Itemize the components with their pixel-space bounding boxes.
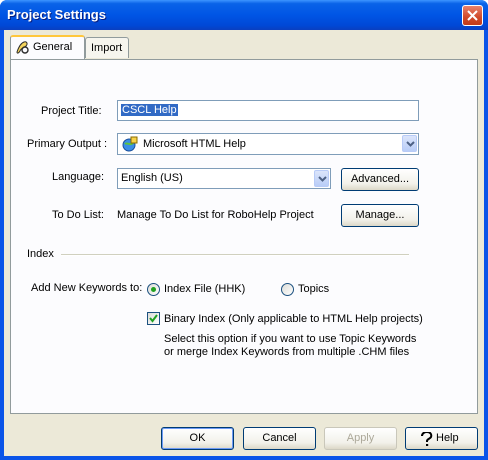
project-title-value: CSCL Help: [121, 104, 178, 116]
language-dropdown-button[interactable]: [314, 170, 329, 187]
binary-index-label: Binary Index (Only applicable to HTML He…: [164, 313, 423, 325]
advanced-button[interactable]: Advanced...: [341, 168, 419, 191]
manage-button[interactable]: Manage...: [341, 204, 419, 227]
window-title: Project Settings: [7, 7, 106, 22]
primary-output-label: Primary Output :: [27, 138, 108, 150]
primary-output-dropdown-button[interactable]: [402, 135, 417, 152]
primary-output-select[interactable]: Microsoft HTML Help: [117, 133, 419, 155]
todo-description: Manage To Do List for RoboHelp Project: [117, 209, 314, 221]
index-section-label: Index: [27, 248, 54, 260]
tab-import-label: Import: [91, 42, 123, 54]
title-bar[interactable]: Project Settings: [0, 0, 488, 30]
radio-topics-label: Topics: [298, 283, 330, 295]
chevron-down-icon: [406, 141, 415, 147]
cancel-button[interactable]: Cancel: [243, 427, 316, 450]
index-divider: [61, 254, 409, 256]
binary-index-note-line1: Select this option if you want to use To…: [164, 333, 417, 345]
language-label: Language:: [52, 171, 104, 183]
help-button-label: Help: [436, 432, 459, 444]
close-button[interactable]: [462, 5, 483, 26]
ok-button[interactable]: OK: [161, 427, 234, 450]
checkmark-icon: [149, 314, 158, 323]
add-keywords-label: Add New Keywords to:: [31, 282, 143, 294]
radio-index-file-label: Index File (HHK): [164, 283, 246, 295]
language-value: English (US): [121, 172, 183, 184]
tab-general-label: General: [33, 41, 73, 53]
close-icon: [467, 10, 478, 21]
html-help-icon: [122, 136, 138, 152]
help-button[interactable]: Help: [405, 427, 478, 450]
dialog-body: General Import Project Title: CSCL Help …: [4, 30, 484, 456]
radio-index-file-button[interactable]: [147, 283, 160, 296]
primary-output-value: Microsoft HTML Help: [143, 138, 246, 150]
general-panel: Project Title: CSCL Help Primary Output …: [10, 59, 478, 414]
radio-topics-button[interactable]: [281, 283, 294, 296]
apply-button[interactable]: Apply: [324, 427, 397, 450]
help-icon: [421, 432, 433, 446]
binary-index-note-line2: or merge Index Keywords from multiple .C…: [164, 346, 410, 358]
tab-general[interactable]: General: [10, 35, 85, 59]
project-title-label: Project Title:: [41, 105, 102, 117]
binary-index-checkbox-box[interactable]: [147, 312, 160, 325]
project-title-input[interactable]: CSCL Help: [117, 100, 419, 121]
chevron-down-icon: [318, 176, 327, 182]
radio-selected-dot: [151, 287, 156, 292]
todo-label: To Do List:: [52, 209, 104, 221]
language-select[interactable]: English (US): [117, 168, 331, 189]
general-settings-icon: [16, 41, 29, 54]
tab-import[interactable]: Import: [85, 37, 129, 58]
project-settings-window: Project Settings General Import Project …: [0, 0, 488, 460]
